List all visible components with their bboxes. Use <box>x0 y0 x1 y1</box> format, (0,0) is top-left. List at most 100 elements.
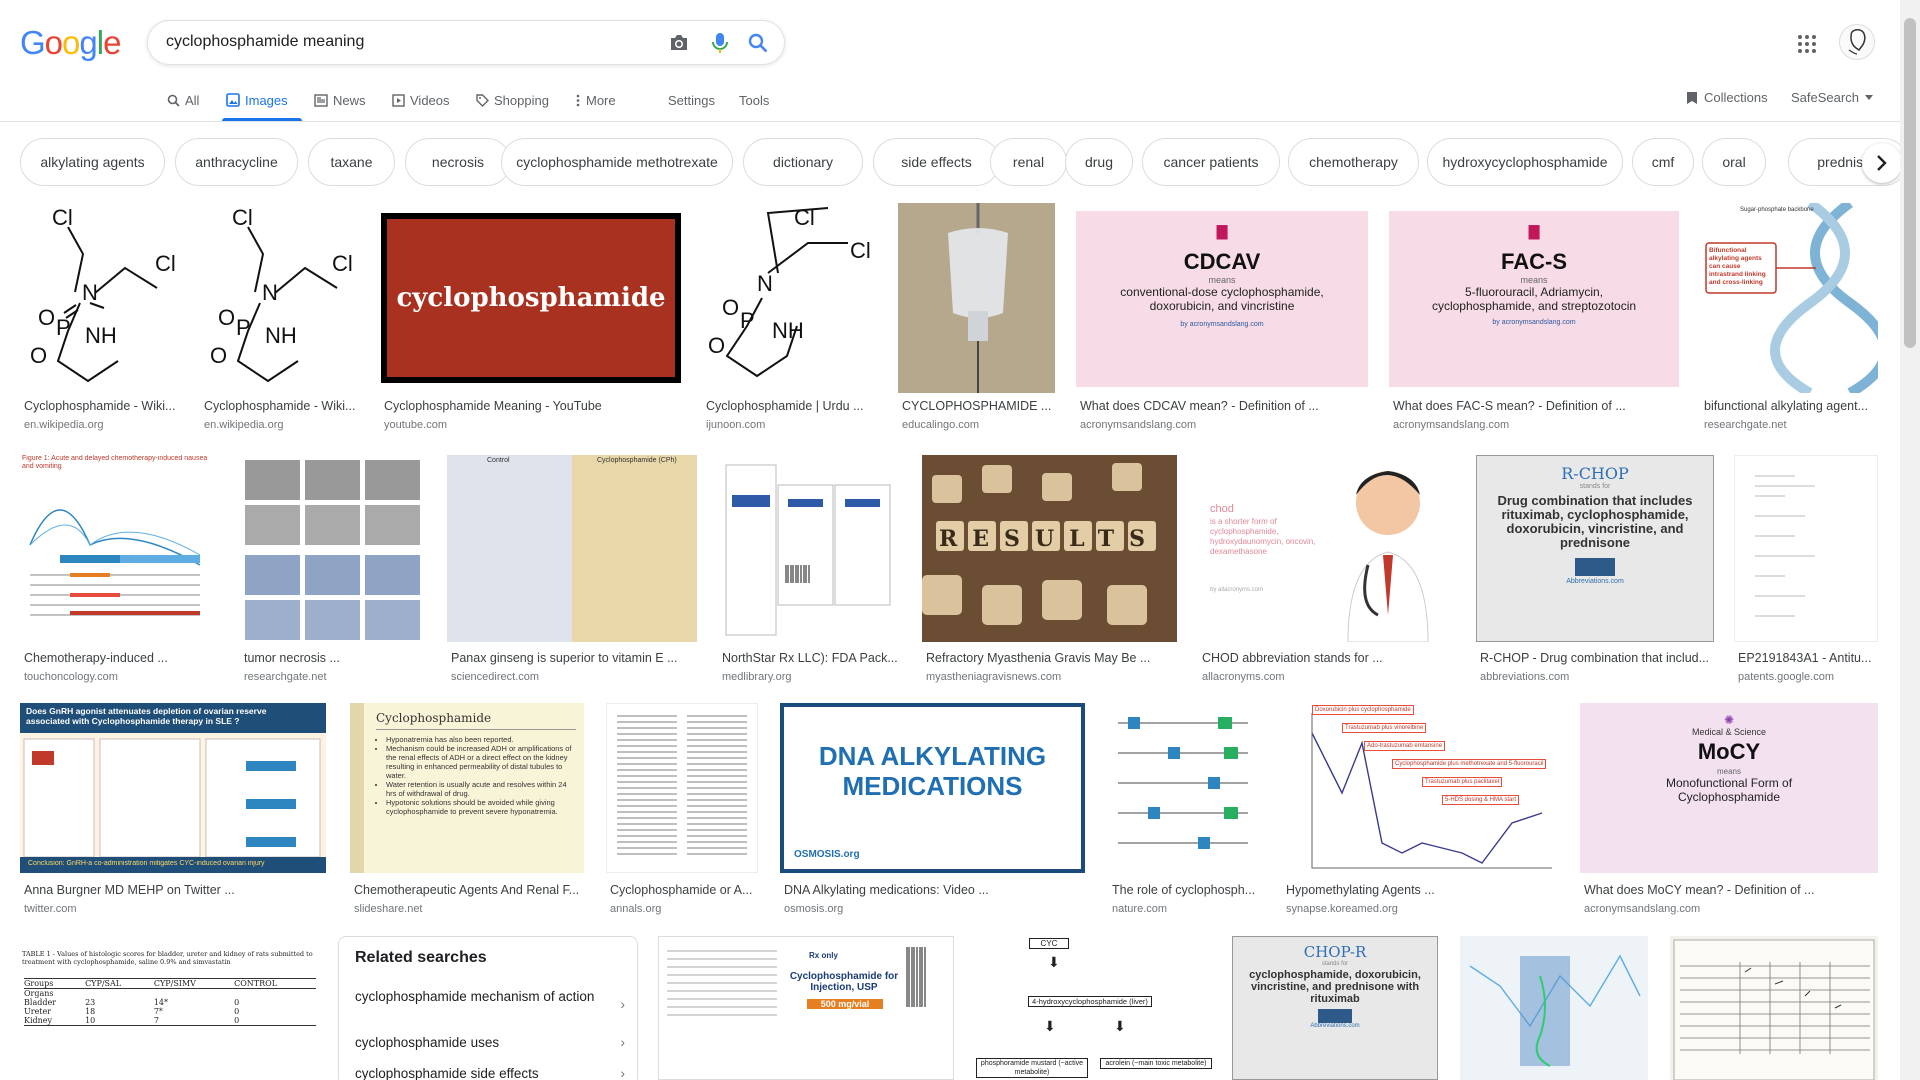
image-result[interactable]: CYC ⬇ 4-hydroxycyclophosphamide (liver) … <box>974 936 1214 1080</box>
result-title[interactable]: Hypomethylating Agents ... <box>1286 883 1560 897</box>
image-result[interactable]: Control Cyclophosphamide (CPh) Panax gin… <box>447 455 697 685</box>
result-source[interactable]: twitter.com <box>24 903 326 915</box>
chip[interactable]: renal <box>990 138 1067 186</box>
result-title[interactable]: bifunctional alkylating agent... <box>1704 399 1878 413</box>
result-thumbnail[interactable]: Cyclophosphamide Hyponatremia has also b… <box>350 703 584 873</box>
chip[interactable]: alkylating agents <box>20 138 165 186</box>
image-result[interactable]: Cyclophosphamide Hyponatremia has also b… <box>350 703 584 933</box>
result-source[interactable]: touchoncology.com <box>24 671 218 683</box>
result-thumbnail[interactable] <box>898 203 1055 393</box>
result-source[interactable]: patents.google.com <box>1738 671 1878 683</box>
image-result[interactable]: Does GnRH agonist attenuates depletion o… <box>20 703 326 933</box>
result-source[interactable]: nature.com <box>1112 903 1262 915</box>
result-thumbnail[interactable]: Cl Cl N O P NH O <box>20 203 179 393</box>
image-result[interactable]: EP2191843A1 - Antitu... patents.google.c… <box>1734 455 1878 685</box>
image-result[interactable]: NorthStar Rx LLC): FDA Pack... medlibrar… <box>718 455 902 685</box>
result-title[interactable]: Chemotherapeutic Agents And Renal F... <box>354 883 584 897</box>
tools-link[interactable]: Tools <box>739 90 769 110</box>
result-source[interactable]: allacronyms.com <box>1202 671 1456 683</box>
result-thumbnail[interactable] <box>606 703 758 873</box>
result-title[interactable]: CYCLOPHOSPHAMIDE ... <box>902 399 1055 413</box>
avatar[interactable] <box>1839 24 1875 60</box>
image-result[interactable]: ▇ CDCAV means conventional-dose cyclopho… <box>1076 203 1368 433</box>
chip[interactable]: cancer patients <box>1142 138 1280 186</box>
image-result[interactable]: DNA ALKYLATING MEDICATIONS OSMOSIS.org D… <box>780 703 1085 933</box>
image-result[interactable]: Cl Cl N O P NH O Cyclophosphamide - Wiki… <box>200 203 360 433</box>
tab-news[interactable]: News <box>314 90 366 110</box>
settings-link[interactable]: Settings <box>668 90 715 110</box>
result-title[interactable]: Cyclophosphamide - Wiki... <box>204 399 360 413</box>
image-result[interactable]: ▇ FAC-S means 5-fluorouracil, Adriamycin… <box>1389 203 1679 433</box>
chip[interactable]: dictionary <box>743 138 863 186</box>
result-thumbnail[interactable] <box>1670 936 1878 1080</box>
tab-more[interactable]: More <box>575 90 616 110</box>
result-title[interactable]: Cyclophosphamide | Urdu ... <box>706 399 878 413</box>
tab-images[interactable]: Images <box>226 90 288 110</box>
related-search-item[interactable]: cyclophosphamide uses › <box>355 1035 625 1051</box>
result-source[interactable]: researchgate.net <box>244 671 426 683</box>
image-result[interactable]: chod is a shorter form of cyclophosphami… <box>1198 455 1456 685</box>
image-result[interactable]: Rx only Cyclophosphamide for Injection, … <box>658 936 954 1080</box>
result-title[interactable]: Cyclophosphamide Meaning - YouTube <box>384 399 682 413</box>
chip[interactable]: drug <box>1065 138 1133 186</box>
result-title[interactable]: R-CHOP - Drug combination that includ... <box>1480 651 1714 665</box>
result-source[interactable]: medlibrary.org <box>722 671 902 683</box>
related-search-item[interactable]: cyclophosphamide side effects › <box>355 1066 625 1080</box>
result-title[interactable]: Cyclophosphamide - Wiki... <box>24 399 179 413</box>
result-thumbnail[interactable]: ▇ FAC-S means 5-fluorouracil, Adriamycin… <box>1389 203 1679 393</box>
result-source[interactable]: osmosis.org <box>784 903 1085 915</box>
result-thumbnail[interactable] <box>1460 936 1648 1080</box>
result-source[interactable]: acronymsandslang.com <box>1393 419 1679 431</box>
image-result[interactable]: Cl Cl N O P NH O Cyclophosphamide - Wiki… <box>20 203 179 433</box>
chip[interactable]: oral <box>1702 138 1766 186</box>
result-source[interactable]: myastheniagravisnews.com <box>926 671 1177 683</box>
related-search-item[interactable]: cyclophosphamide mechanism of action › <box>355 989 625 1012</box>
image-result[interactable]: tumor necrosis ... researchgate.net <box>240 455 426 685</box>
image-result[interactable]: Cl Cl N O P NH O Cyclophosphamide | Urdu… <box>702 203 878 433</box>
chip[interactable]: taxane <box>308 138 395 186</box>
result-title[interactable]: Refractory Myasthenia Gravis May Be ... <box>926 651 1177 665</box>
result-thumbnail[interactable]: TABLE 1 - Values of histologic scores fo… <box>20 936 320 1080</box>
result-title[interactable]: Panax ginseng is superior to vitamin E .… <box>451 651 697 665</box>
result-title[interactable]: tumor necrosis ... <box>244 651 426 665</box>
chip[interactable]: necrosis <box>405 138 511 186</box>
image-result[interactable]: CYCLOPHOSPHAMIDE ... educalingo.com <box>898 203 1055 433</box>
result-thumbnail[interactable]: chod is a shorter form of cyclophosphami… <box>1198 455 1456 642</box>
result-source[interactable]: annals.org <box>610 903 758 915</box>
result-thumbnail[interactable]: RESULTS <box>922 455 1177 642</box>
result-thumbnail[interactable] <box>1108 703 1262 873</box>
result-title[interactable]: EP2191843A1 - Antitu... <box>1738 651 1878 665</box>
tab-videos[interactable]: Videos <box>392 90 450 110</box>
result-thumbnail[interactable]: Sugar-phosphate backbone Bifunctional al… <box>1700 203 1878 393</box>
result-source[interactable]: en.wikipedia.org <box>24 419 179 431</box>
result-thumbnail[interactable]: R-CHOP stands for Drug combination that … <box>1476 455 1714 642</box>
chip[interactable]: side effects <box>873 138 1000 186</box>
result-title[interactable]: DNA Alkylating medications: Video ... <box>784 883 1085 897</box>
collections-button[interactable]: Collections <box>1686 90 1768 105</box>
result-thumbnail[interactable] <box>718 455 902 642</box>
result-source[interactable]: ijunoon.com <box>706 419 878 431</box>
chips-next-button[interactable] <box>1862 143 1902 183</box>
result-title[interactable]: Anna Burgner MD MEHP on Twitter ... <box>24 883 326 897</box>
result-source[interactable]: acronymsandslang.com <box>1584 903 1878 915</box>
safesearch-button[interactable]: SafeSearch <box>1791 90 1873 105</box>
image-result[interactable]: Doxorubicin plus cyclophosphamide Trastu… <box>1282 703 1560 933</box>
image-result[interactable]: Sugar-phosphate backbone Bifunctional al… <box>1700 203 1878 433</box>
image-result[interactable]: CHOP-R stands for cyclophosphamide, doxo… <box>1232 936 1438 1080</box>
image-result[interactable]: The role of cyclophosph... nature.com <box>1108 703 1262 933</box>
image-result[interactable]: TABLE 1 - Values of histologic scores fo… <box>20 936 320 1080</box>
result-thumbnail[interactable]: ✺ Medical & Science MoCY means Monofunct… <box>1580 703 1878 873</box>
result-title[interactable]: CHOD abbreviation stands for ... <box>1202 651 1456 665</box>
image-result[interactable] <box>1670 936 1878 1080</box>
result-thumbnail[interactable]: Figure 1: Acute and delayed chemotherapy… <box>20 455 218 642</box>
tab-shopping[interactable]: Shopping <box>476 90 549 110</box>
image-result[interactable]: R-CHOP stands for Drug combination that … <box>1476 455 1714 685</box>
result-title[interactable]: The role of cyclophosph... <box>1112 883 1262 897</box>
image-result[interactable] <box>1460 936 1648 1080</box>
chip[interactable]: hydroxycyclophosphamide <box>1427 138 1623 186</box>
result-thumbnail[interactable]: CYC ⬇ 4-hydroxycyclophosphamide (liver) … <box>974 936 1214 1080</box>
search-input[interactable] <box>166 33 626 51</box>
result-source[interactable]: slideshare.net <box>354 903 584 915</box>
result-thumbnail[interactable] <box>1734 455 1878 642</box>
chip[interactable]: cyclophosphamide methotrexate <box>501 138 733 186</box>
